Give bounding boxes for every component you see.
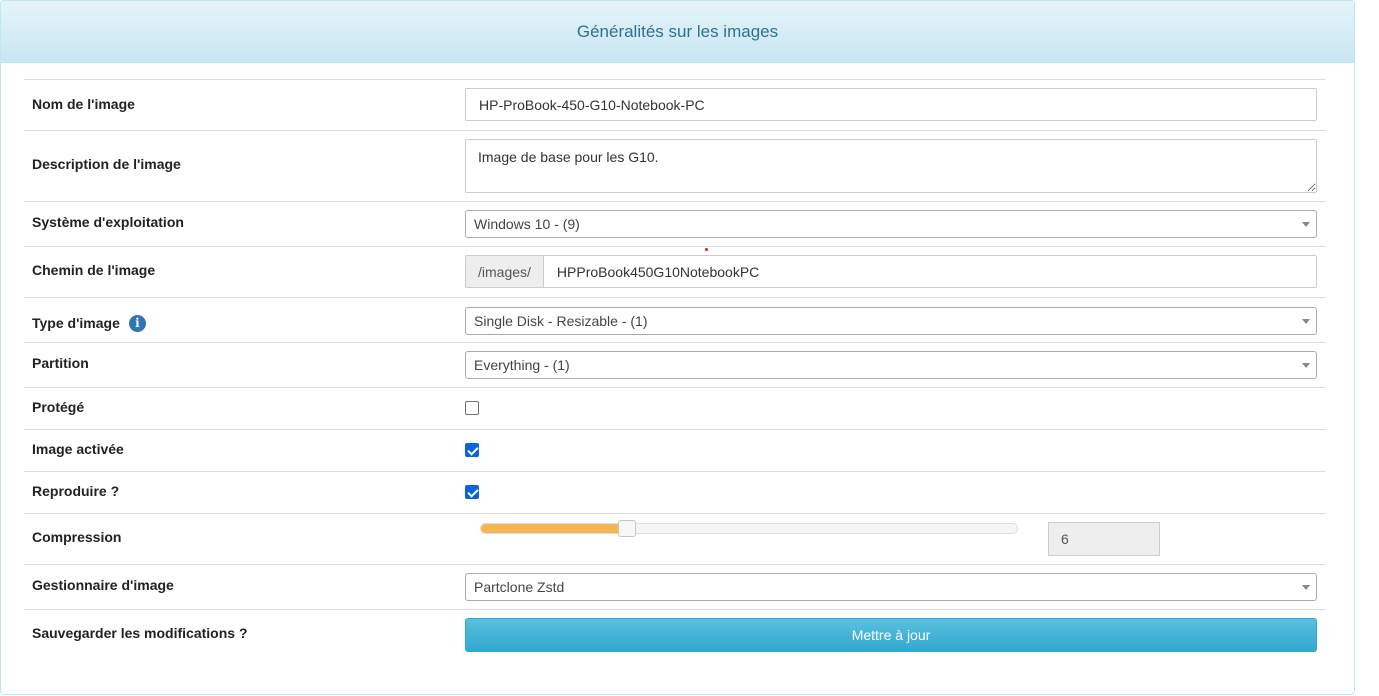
partition-select[interactable]: Everything - (1) (465, 351, 1317, 379)
image-manager-label: Gestionnaire d'image (32, 577, 174, 593)
panel-heading: Généralités sur les images (1, 1, 1354, 63)
row-image-description: Description de l'image Image de base pou… (24, 131, 1326, 202)
chevron-down-icon (1302, 319, 1310, 324)
image-type-select[interactable]: Single Disk - Resizable - (1) (465, 307, 1317, 335)
row-protected: Protégé (24, 388, 1326, 430)
chevron-down-icon (1302, 585, 1310, 590)
panel-title: Généralités sur les images (576, 21, 779, 41)
red-dot-marker (705, 248, 708, 251)
compression-slider-range (481, 524, 628, 533)
row-image-type: Type d'image i Single Disk - Resizable -… (24, 298, 1326, 343)
image-path-group: /images/ (465, 255, 1317, 288)
image-path-input[interactable] (542, 255, 1317, 288)
compression-slider[interactable] (480, 520, 1018, 537)
compression-slider-handle[interactable] (618, 520, 637, 537)
update-button[interactable]: Mettre à jour (465, 618, 1317, 652)
protected-checkbox[interactable] (465, 401, 479, 415)
row-save: Sauvegarder les modifications ? Mettre à… (24, 610, 1326, 662)
compression-label: Compression (32, 529, 122, 545)
row-compression: Compression 6 (24, 514, 1326, 565)
row-image-enabled: Image activée (24, 430, 1326, 472)
operating-system-select[interactable]: Windows 10 - (9) (465, 210, 1317, 238)
row-image-name: Nom de l'image (24, 80, 1326, 131)
image-description-label: Description de l'image (32, 156, 181, 172)
image-type-selected: Single Disk - Resizable - (1) (474, 313, 648, 329)
save-label: Sauvegarder les modifications ? (32, 625, 248, 641)
operating-system-label: Système d'exploitation (32, 214, 184, 230)
image-manager-select[interactable]: Partclone Zstd (465, 573, 1317, 601)
chevron-down-icon (1302, 363, 1310, 368)
partition-label: Partition (32, 355, 89, 371)
image-type-label: Type d'image (32, 315, 120, 331)
compression-value: 6 (1048, 522, 1160, 556)
operating-system-selected: Windows 10 - (9) (474, 216, 580, 232)
chevron-down-icon (1302, 222, 1310, 227)
replicate-label: Reproduire ? (32, 483, 120, 499)
image-path-label: Chemin de l'image (32, 262, 156, 278)
row-replicate: Reproduire ? (24, 472, 1326, 514)
image-path-prefix: /images/ (465, 255, 543, 288)
image-name-input[interactable] (465, 88, 1317, 121)
replicate-checkbox[interactable] (465, 485, 479, 499)
image-name-label: Nom de l'image (32, 96, 135, 112)
row-operating-system: Système d'exploitation Windows 10 - (9) (24, 202, 1326, 247)
partition-selected: Everything - (1) (474, 357, 570, 373)
image-form-table: Nom de l'image Description de l'image Im… (24, 79, 1326, 662)
row-image-path: Chemin de l'image /images/ (24, 247, 1326, 298)
image-enabled-label: Image activée (32, 441, 124, 457)
protected-label: Protégé (32, 399, 85, 415)
row-partition: Partition Everything - (1) (24, 343, 1326, 388)
image-general-panel: Généralités sur les images Nom de l'imag… (0, 0, 1355, 695)
image-type-label-container: Type d'image i (24, 298, 465, 332)
image-description-textarea[interactable]: Image de base pour les G10. (465, 139, 1317, 193)
image-enabled-checkbox[interactable] (465, 443, 479, 457)
row-image-manager: Gestionnaire d'image Partclone Zstd (24, 565, 1326, 610)
image-manager-selected: Partclone Zstd (474, 579, 565, 595)
info-circle-icon[interactable]: i (128, 314, 146, 332)
